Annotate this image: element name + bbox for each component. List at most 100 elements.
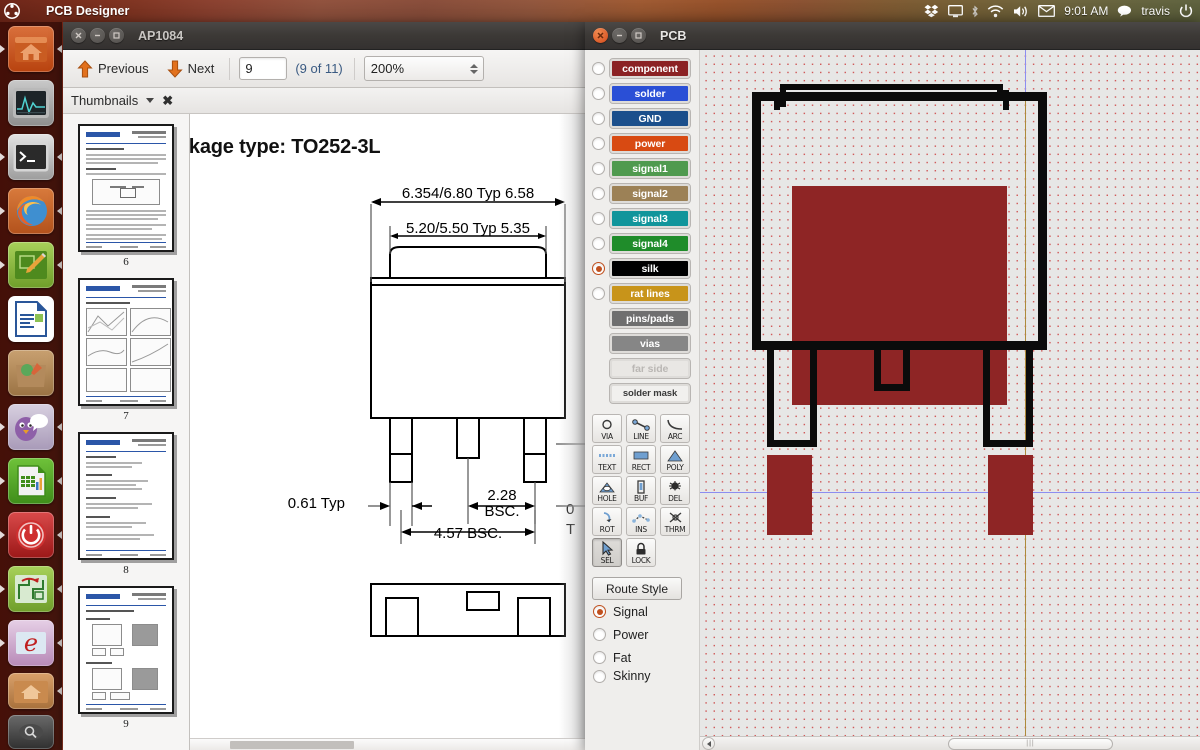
chevron-down-icon[interactable]: [146, 98, 155, 103]
silk-pin1-left[interactable]: [767, 350, 774, 447]
layer-button-component[interactable]: component: [609, 58, 691, 79]
silk-body-top[interactable]: [752, 92, 1047, 101]
maximize-icon[interactable]: [109, 28, 124, 43]
launcher-item-pidgin-chat[interactable]: [0, 400, 62, 454]
tool-button-thermal[interactable]: THRM: [660, 507, 690, 536]
layer-row-vias[interactable]: vias: [585, 331, 699, 356]
close-icon[interactable]: [71, 28, 86, 43]
tool-button-hole[interactable]: HOLE: [592, 476, 622, 505]
wifi-icon[interactable]: [987, 0, 1004, 22]
username-label[interactable]: travis: [1141, 4, 1170, 18]
route-style-radio[interactable]: [593, 628, 606, 641]
bluetooth-icon[interactable]: [972, 0, 979, 22]
silk-body-left[interactable]: [752, 92, 761, 350]
layer-row-solder-mask[interactable]: solder mask: [585, 381, 699, 406]
display-icon[interactable]: [948, 0, 964, 22]
pdf-page-view[interactable]: ckage type: TO252-3L 6.354/6.80 Typ 6.58…: [190, 114, 585, 750]
launcher-item-ubuntu-software[interactable]: [0, 346, 62, 400]
pad-pin3[interactable]: [988, 455, 1033, 535]
silk-body-bottom[interactable]: [752, 341, 1047, 350]
layer-row-gnd[interactable]: GND: [585, 106, 699, 131]
silk-pin2-bottom[interactable]: [874, 384, 910, 391]
layer-button-signal2[interactable]: signal2: [609, 183, 691, 204]
layer-button-solder[interactable]: solder: [609, 83, 691, 104]
layer-radio[interactable]: [592, 112, 605, 125]
tool-button-via[interactable]: VIA: [592, 414, 622, 443]
pad-body-large[interactable]: [792, 186, 1007, 405]
layer-button-signal3[interactable]: signal3: [609, 208, 691, 229]
pad-pin1[interactable]: [767, 455, 812, 535]
dropbox-icon[interactable]: [924, 0, 939, 22]
layer-button-gnd[interactable]: GND: [609, 108, 691, 129]
silk-pin3-bottom[interactable]: [983, 440, 1033, 447]
layer-radio[interactable]: [592, 287, 605, 300]
layer-radio-selected[interactable]: [592, 262, 605, 275]
power-icon[interactable]: [1179, 0, 1193, 22]
layer-button-signal1[interactable]: signal1: [609, 158, 691, 179]
chat-bubble-icon[interactable]: [1117, 0, 1132, 22]
layer-row-component[interactable]: component: [585, 56, 699, 81]
launcher-item-pcb-router[interactable]: [0, 562, 62, 616]
route-style-option-power[interactable]: Power: [585, 623, 699, 646]
layer-row-signal3[interactable]: signal3: [585, 206, 699, 231]
layer-row-solder[interactable]: solder: [585, 81, 699, 106]
layer-button-far-side[interactable]: far side: [609, 358, 691, 379]
layer-row-signal1[interactable]: signal1: [585, 156, 699, 181]
launcher-item-terminal[interactable]: [0, 130, 62, 184]
layer-row-silk[interactable]: silk: [585, 256, 699, 281]
launcher-item-system-monitor[interactable]: [0, 76, 62, 130]
launcher-item-libreoffice-impress[interactable]: [0, 292, 62, 346]
tool-button-delete[interactable]: DEL: [660, 476, 690, 505]
silk-body-right[interactable]: [1038, 92, 1047, 350]
tool-button-arc[interactable]: ARC: [660, 414, 690, 443]
layer-row-signal2[interactable]: signal2: [585, 181, 699, 206]
thumbnail-item[interactable]: 8: [63, 422, 189, 576]
layer-button-signal4[interactable]: signal4: [609, 233, 691, 254]
layer-radio[interactable]: [592, 137, 605, 150]
launcher-item-firefox[interactable]: [0, 184, 62, 238]
route-style-button[interactable]: Route Style: [592, 577, 682, 600]
scrollbar-thumb[interactable]: [230, 741, 354, 749]
layer-row-rat-lines[interactable]: rat lines: [585, 281, 699, 306]
launcher-item-search-disk[interactable]: [0, 712, 62, 750]
layer-button-silk[interactable]: silk: [609, 258, 691, 279]
tool-button-buffer[interactable]: BUF: [626, 476, 656, 505]
tool-button-line[interactable]: LINE: [626, 414, 656, 443]
launcher-item-libreoffice-calc[interactable]: [0, 454, 62, 508]
layer-button-rat-lines[interactable]: rat lines: [609, 283, 691, 304]
thumbnails-panel[interactable]: 6 7 8 9: [63, 114, 190, 750]
minimize-icon[interactable]: [90, 28, 105, 43]
layer-radio[interactable]: [592, 212, 605, 225]
layer-button-power[interactable]: power: [609, 133, 691, 154]
tool-button-rect[interactable]: RECT: [626, 445, 656, 474]
tool-button-poly[interactable]: POLY: [660, 445, 690, 474]
silk-pin1-right[interactable]: [810, 350, 817, 447]
route-style-option-fat[interactable]: Fat: [585, 646, 699, 669]
layer-row-far-side[interactable]: far side: [585, 356, 699, 381]
tool-button-text[interactable]: TEXT: [592, 445, 622, 474]
tool-button-lock[interactable]: LOCK: [626, 538, 656, 567]
tool-button-rotate[interactable]: ROT: [592, 507, 622, 536]
silk-pin3-right[interactable]: [1026, 350, 1033, 447]
thumbnail-item[interactable]: 7: [63, 268, 189, 422]
tool-button-select[interactable]: SEL: [592, 538, 622, 567]
page-number-input[interactable]: 9: [239, 57, 288, 80]
pdf-horizontal-scrollbar[interactable]: [190, 738, 585, 750]
tool-button-insert[interactable]: INS: [626, 507, 656, 536]
layer-button-vias[interactable]: vias: [609, 333, 691, 354]
thumbnail-item[interactable]: 6: [63, 114, 189, 268]
previous-page-button[interactable]: Previous: [71, 57, 155, 81]
pcb-window-titlebar[interactable]: PCB: [585, 22, 1200, 50]
silk-pin3-left[interactable]: [983, 350, 990, 447]
launcher-item-home-folder[interactable]: [0, 22, 62, 76]
scrollbar-thumb[interactable]: |||: [948, 737, 1113, 750]
layer-row-power[interactable]: power: [585, 131, 699, 156]
silk-pin1-bottom[interactable]: [767, 440, 817, 447]
layer-radio[interactable]: [592, 87, 605, 100]
route-style-radio[interactable]: [593, 669, 606, 683]
route-style-radio-selected[interactable]: [593, 605, 606, 618]
thumbnail-item[interactable]: 9: [63, 576, 189, 730]
layer-radio[interactable]: [592, 162, 605, 175]
mail-icon[interactable]: [1038, 0, 1056, 22]
pcb-canvas[interactable]: |||: [700, 50, 1200, 750]
